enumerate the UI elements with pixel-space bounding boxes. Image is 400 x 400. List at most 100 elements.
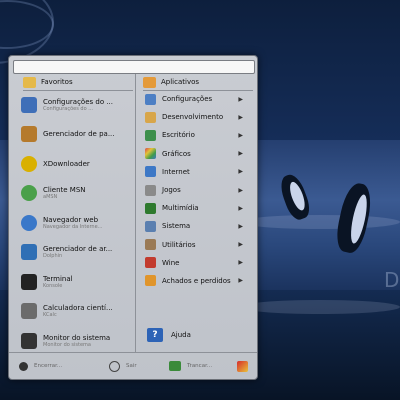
category-development[interactable]: Desenvolvimento ▶ xyxy=(139,108,255,126)
favorite-label: Gerenciador de pa... xyxy=(43,130,115,139)
tools-icon xyxy=(237,360,248,372)
favorite-item-msn[interactable]: Cliente MSN aMSN xyxy=(13,179,131,209)
category-label: Gráficos xyxy=(162,149,191,158)
development-category-icon xyxy=(145,111,156,123)
favorites-title: Favoritos xyxy=(41,78,73,86)
search-input[interactable] xyxy=(13,60,255,74)
submenu-arrow-icon: ▶ xyxy=(238,277,243,285)
submenu-arrow-icon: ▶ xyxy=(238,131,243,139)
favorite-label: Calculadora cientí... xyxy=(43,304,113,313)
category-graphics[interactable]: Gráficos ▶ xyxy=(139,145,255,163)
category-internet[interactable]: Internet ▶ xyxy=(139,163,255,181)
favorite-item-terminal[interactable]: Terminal Konsole xyxy=(13,267,131,297)
wallpaper-wave xyxy=(240,300,400,314)
star-folder-icon xyxy=(23,76,36,88)
favorite-sublabel: KCalc xyxy=(43,312,57,319)
submenu-arrow-icon: ▶ xyxy=(238,259,243,267)
submenu-arrow-icon: ▶ xyxy=(238,222,243,230)
category-games[interactable]: Jogos ▶ xyxy=(139,181,255,199)
favorite-label: Navegador web xyxy=(43,215,99,224)
category-label: Escritório xyxy=(162,131,195,140)
menu-switch-button[interactable] xyxy=(237,360,254,372)
submenu-arrow-icon: ▶ xyxy=(238,186,243,194)
favorite-sublabel: Navegador da Interne... xyxy=(43,223,103,230)
leave-button[interactable]: Sair xyxy=(109,360,137,372)
logout-label: Encerrar... xyxy=(34,363,63,369)
terminal-icon xyxy=(21,273,37,290)
category-system[interactable]: Sistema ▶ xyxy=(139,217,255,235)
favorite-sublabel: aMSN xyxy=(43,194,58,201)
favorites-header: Favoritos xyxy=(23,74,133,91)
submenu-arrow-icon: ▶ xyxy=(238,241,243,249)
favorite-sublabel: Monitor do sistema xyxy=(43,341,91,348)
session-bar: Encerrar... Sair Trancar... xyxy=(9,352,257,379)
office-category-icon xyxy=(145,129,156,141)
logout-button[interactable]: Encerrar... xyxy=(19,361,63,371)
favorite-item-xdownloader[interactable]: XDownloader xyxy=(13,149,131,179)
submenu-arrow-icon: ▶ xyxy=(238,150,243,158)
applications-header: Aplicativos xyxy=(143,74,253,91)
system-monitor-icon xyxy=(21,332,37,349)
category-label: Configurações xyxy=(162,95,213,104)
favorite-item-calculator[interactable]: Calculadora cientí... KCalc xyxy=(13,297,131,327)
msn-icon xyxy=(21,185,37,202)
file-manager-icon xyxy=(21,244,37,261)
internet-category-icon xyxy=(145,166,156,178)
favorite-label: Gerenciador de ar... xyxy=(43,245,113,254)
favorite-label: Monitor do sistema xyxy=(43,333,111,342)
lost-and-found-category-icon xyxy=(145,275,156,287)
power-icon xyxy=(109,360,120,372)
category-label: Utilitários xyxy=(162,240,196,249)
favorite-sublabel: Configurações do ... xyxy=(43,105,93,112)
graphics-category-icon xyxy=(145,148,156,160)
settings-icon xyxy=(21,96,37,113)
category-wine[interactable]: Wine ▶ xyxy=(139,254,255,272)
submenu-arrow-icon: ▶ xyxy=(238,95,243,103)
category-label: Achados e perdidos xyxy=(162,276,231,285)
category-settings[interactable]: Configurações ▶ xyxy=(139,90,255,108)
category-label: Internet xyxy=(162,167,190,176)
favorites-list: Configurações do ... Configurações do ...… xyxy=(13,90,131,356)
category-label: Wine xyxy=(162,258,180,267)
utilities-category-icon xyxy=(145,239,156,251)
browser-icon xyxy=(21,214,37,231)
favorite-label: Configurações do ... xyxy=(43,97,113,106)
package-icon xyxy=(21,126,37,143)
lock-button[interactable]: Trancar... xyxy=(169,361,212,371)
help-button[interactable]: ? Ajuda xyxy=(147,328,191,342)
category-label: Jogos xyxy=(162,186,181,195)
category-utilities[interactable]: Utilitários ▶ xyxy=(139,236,255,254)
help-icon: ? xyxy=(147,328,163,342)
column-divider xyxy=(135,74,136,352)
category-label: Desenvolvimento xyxy=(162,113,224,122)
wine-category-icon xyxy=(145,257,156,269)
favorite-label: Cliente MSN xyxy=(43,186,86,195)
lock-screen-icon xyxy=(169,361,181,371)
wallpaper-letter: D xyxy=(384,268,400,292)
submenu-arrow-icon: ▶ xyxy=(238,204,243,212)
favorite-item-settings[interactable]: Configurações do ... Configurações do ... xyxy=(13,90,131,120)
category-lost-and-found[interactable]: Achados e perdidos ▶ xyxy=(139,272,255,290)
applications-title: Aplicativos xyxy=(161,78,200,86)
favorite-sublabel: Dolphin xyxy=(43,253,63,260)
favorite-item-web-browser[interactable]: Navegador web Navegador da Interne... xyxy=(13,208,131,238)
lock-label: Trancar... xyxy=(187,363,213,369)
system-category-icon xyxy=(145,220,156,232)
category-label: Sistema xyxy=(162,222,191,231)
submenu-arrow-icon: ▶ xyxy=(238,113,243,121)
wallpaper-wave xyxy=(240,215,400,229)
leave-label: Sair xyxy=(126,363,137,369)
application-launcher-menu: Favoritos Aplicativos Configurações do .… xyxy=(8,55,258,380)
games-category-icon xyxy=(145,184,156,196)
favorite-item-file-manager[interactable]: Gerenciador de ar... Dolphin xyxy=(13,238,131,268)
favorite-item-package-manager[interactable]: Gerenciador de pa... xyxy=(13,120,131,150)
help-label: Ajuda xyxy=(171,331,191,339)
category-office[interactable]: Escritório ▶ xyxy=(139,126,255,144)
submenu-arrow-icon: ▶ xyxy=(238,168,243,176)
applications-list: Configurações ▶ Desenvolvimento ▶ Escritór… xyxy=(139,90,255,342)
multimedia-category-icon xyxy=(145,202,156,214)
calculator-icon xyxy=(21,303,37,320)
category-multimedia[interactable]: Multimídia ▶ xyxy=(139,199,255,217)
favorite-label: Terminal xyxy=(43,274,73,283)
download-icon xyxy=(21,155,37,172)
